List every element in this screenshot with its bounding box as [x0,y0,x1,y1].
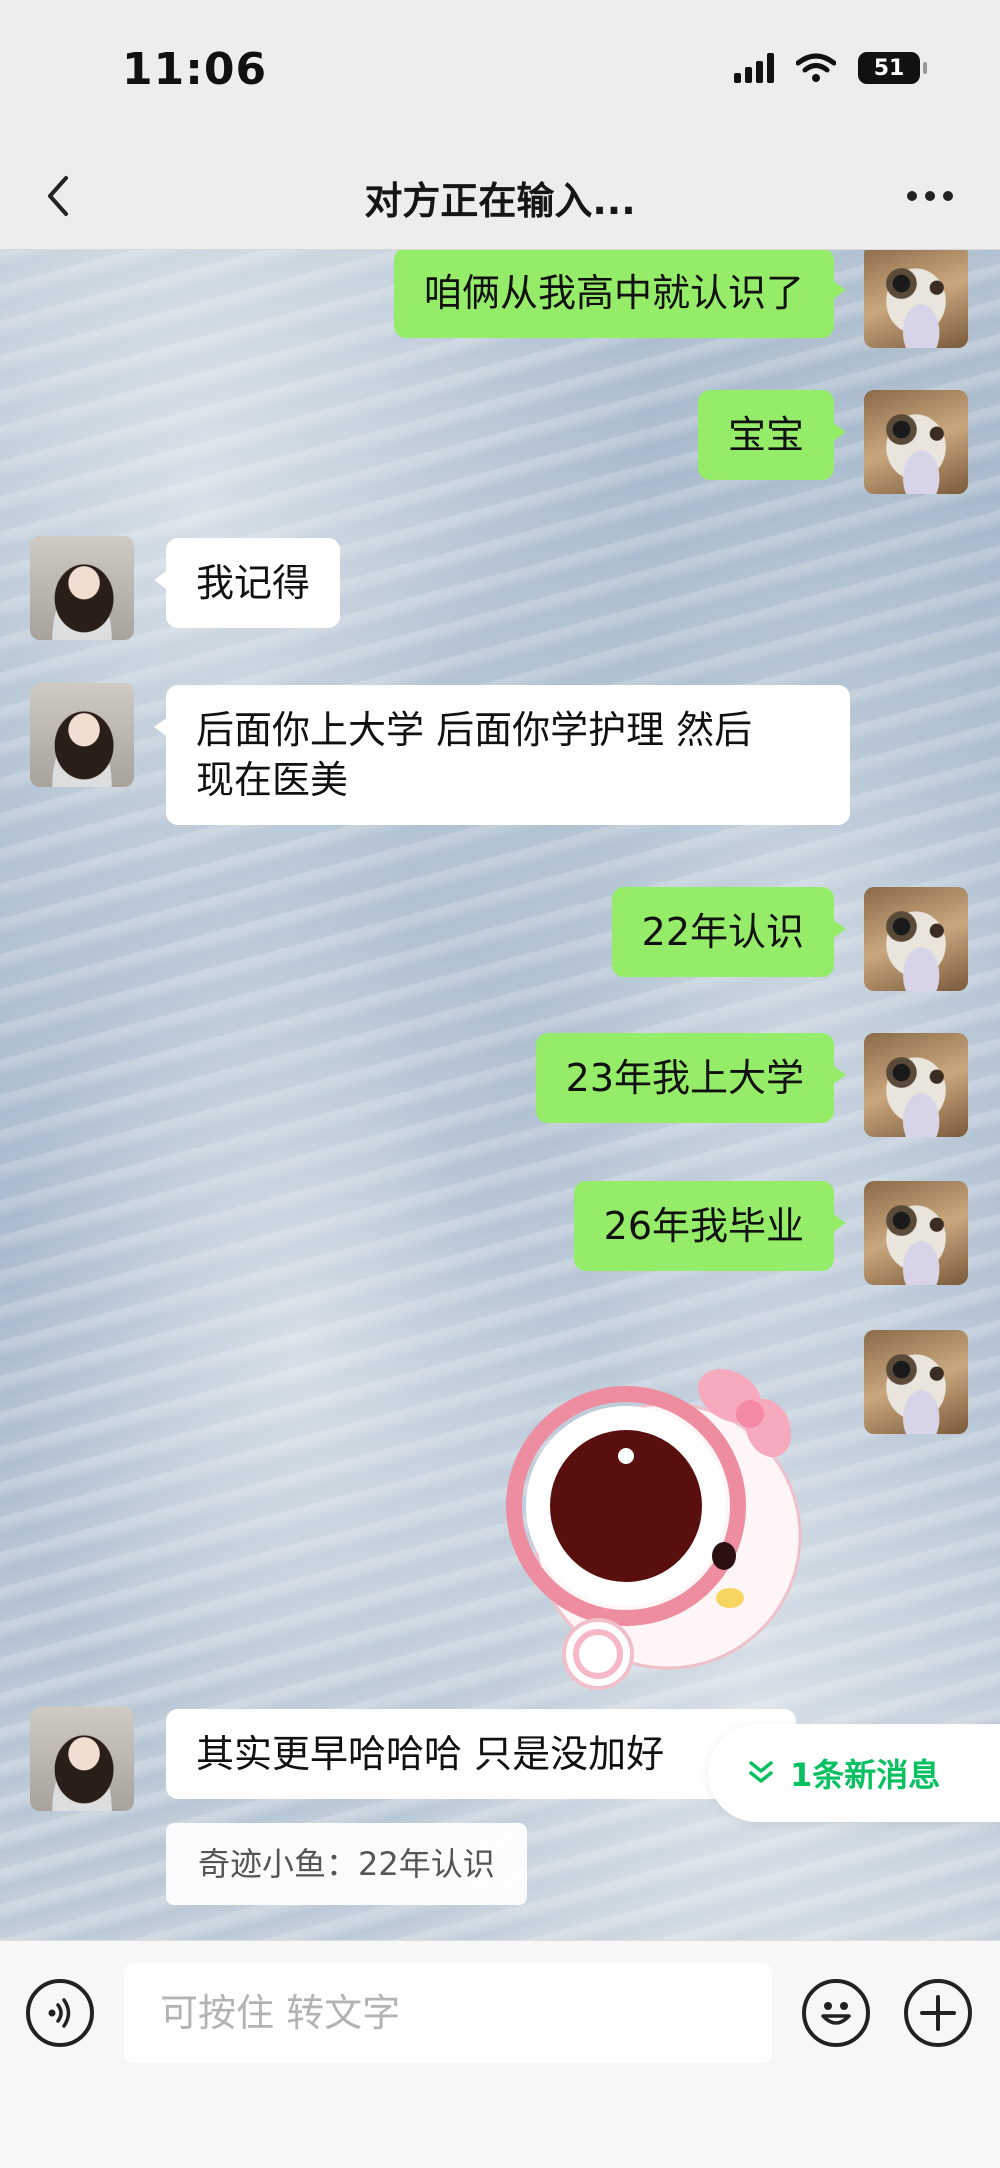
message-line: 后面你上大学 后面你学护理 然后 [196,708,753,752]
my-message-bubble[interactable]: 22年认识 [611,887,847,977]
message-input[interactable]: 可按住 转文字 [124,1963,772,2063]
new-message-pill[interactable]: 1条新消息 [708,1724,1000,1822]
my-message-bubble[interactable]: 23年我上大学 [535,1033,847,1123]
dot-icon [925,191,935,201]
my-message-bubble[interactable]: 咱俩从我高中就认识了 [393,250,847,338]
emoji-button[interactable] [802,1979,870,2047]
chat-area[interactable]: 咱俩从我高中就认识了 宝宝 我记得 后面你上大学 后面你学护理 然后 现在医美 … [0,250,1000,1940]
chat-header: 对方正在输入... [0,140,1000,250]
their-message-bubble[interactable]: 其实更早哈哈哈 只是没加好 [166,1709,796,1799]
my-message-bubble[interactable]: 26年我毕业 [573,1181,847,1271]
double-chevron-down-icon [749,1761,773,1783]
plus-icon [920,1995,956,2031]
cellular-signal-icon [734,53,774,83]
my-avatar[interactable] [864,1181,968,1285]
their-message-bubble[interactable]: 后面你上大学 后面你学护理 然后 现在医美 [154,685,850,825]
status-time: 11:06 [122,44,268,95]
more-actions-button[interactable] [904,1979,972,2047]
hello-kitty-sticker[interactable] [498,1336,838,1716]
contact-avatar[interactable] [30,536,134,640]
wifi-icon [796,53,836,82]
my-avatar[interactable] [864,1330,968,1434]
my-avatar[interactable] [864,1033,968,1137]
message-line: 现在医美 [196,758,349,802]
my-avatar[interactable] [864,250,968,348]
contact-avatar[interactable] [30,683,134,787]
my-avatar[interactable] [864,887,968,991]
dot-icon [907,191,917,201]
my-avatar[interactable] [864,390,968,494]
quoted-message[interactable]: 奇迹小鱼：22年认识 [166,1823,527,1905]
new-message-label: 1条新消息 [790,1756,941,1794]
status-bar: 11:06 51 [0,0,1000,140]
voice-icon [48,1998,71,2028]
page-title: 对方正在输入... [364,179,636,223]
my-message-bubble[interactable]: 宝宝 [697,390,847,480]
their-message-bubble[interactable]: 我记得 [153,538,341,628]
dot-icon [943,191,953,201]
more-options-button[interactable] [890,166,970,226]
contact-avatar[interactable] [30,1707,134,1811]
emoji-icon [821,2002,851,2025]
status-icons: 51 [734,52,927,84]
voice-input-button[interactable] [26,1979,94,2047]
battery-icon: 51 [858,52,927,84]
input-bar: 可按住 转文字 [0,1940,1000,2168]
